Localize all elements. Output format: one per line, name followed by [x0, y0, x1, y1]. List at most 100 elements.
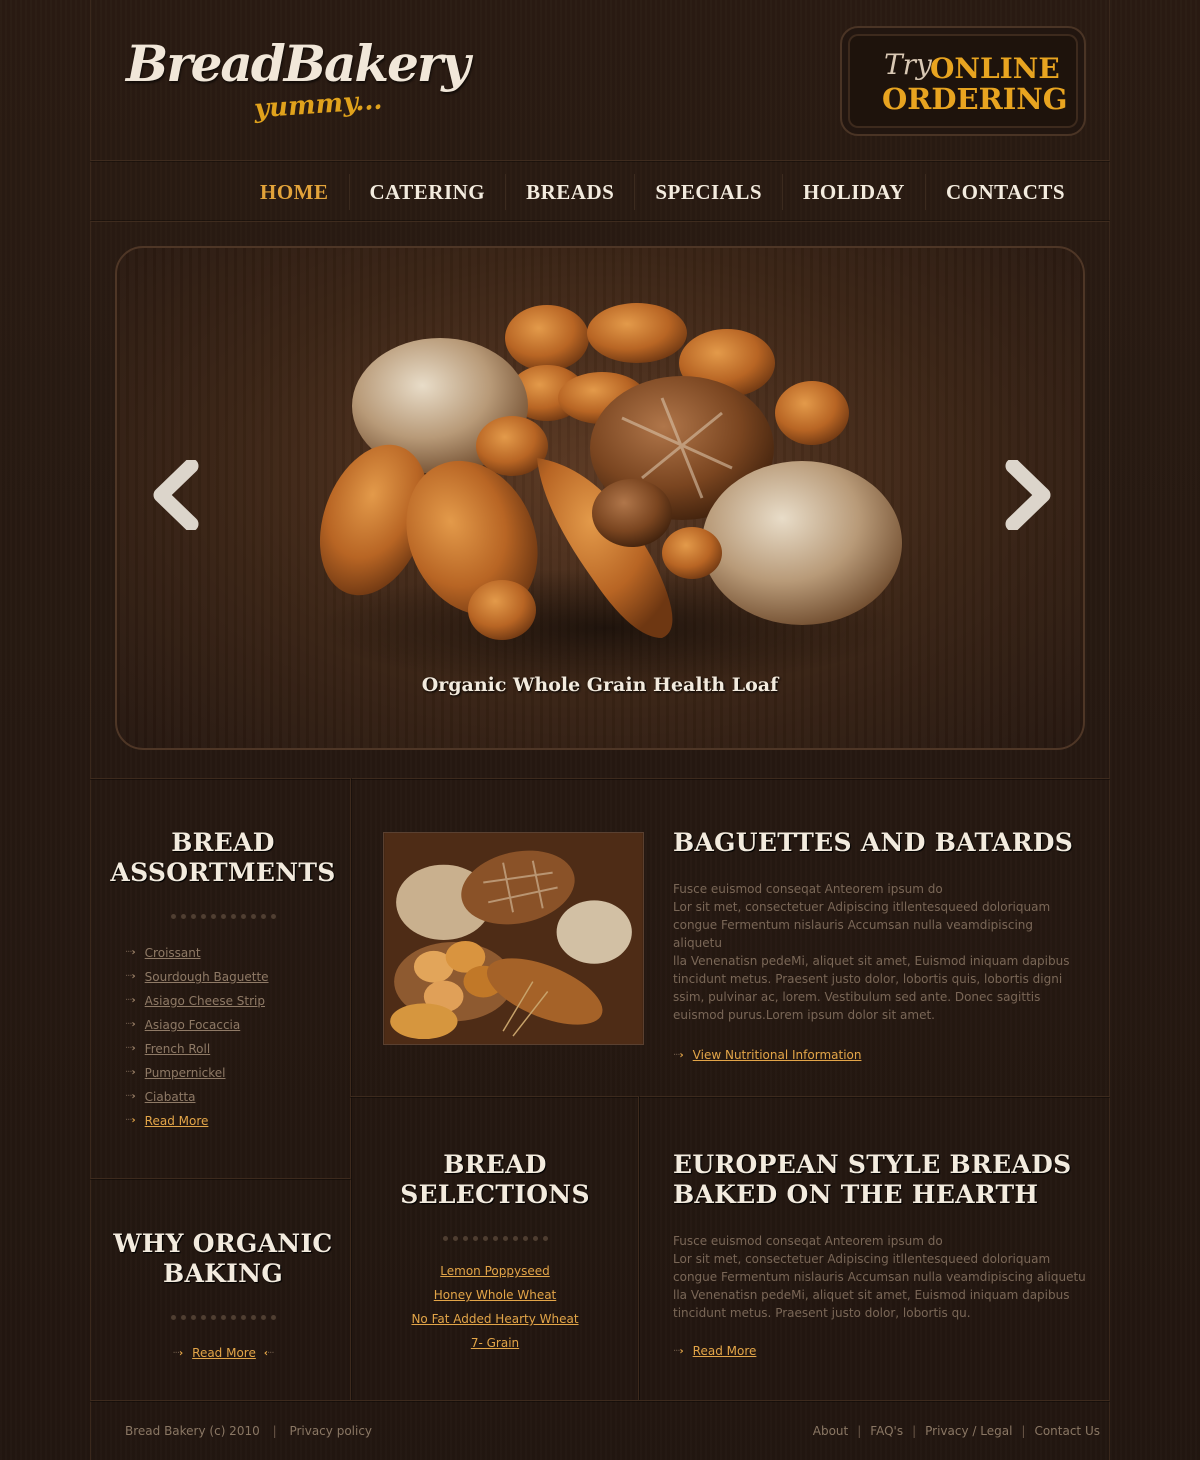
- bread-pile-image: [317, 303, 902, 688]
- hero-slider: Organic Whole Grain Health Loaf: [115, 246, 1085, 750]
- text-line: ssim, pulvinar ac, lorem. Vestibulum sed…: [673, 990, 1041, 1004]
- selections-list: Lemon Poppyseed Honey Whole Wheat No Fat…: [355, 1259, 635, 1355]
- arrow-bullet-icon: ···›: [125, 1019, 136, 1030]
- text-line: lla Venenatisn pedeMi, aliquet sit amet,…: [673, 1288, 1070, 1302]
- footer-links: About | FAQ's | Privacy / Legal | Contac…: [812, 1424, 1100, 1438]
- text-line: Fusce euismod conseqat Anteorem ipsum do: [673, 882, 943, 896]
- selection-link[interactable]: Honey Whole Wheat: [434, 1288, 557, 1302]
- list-item: ···› Read More: [125, 1109, 269, 1133]
- privacy-policy-link[interactable]: Privacy policy: [289, 1424, 372, 1438]
- divider: [350, 1096, 1110, 1097]
- text-line: euismod purus.Lorem ipsum dolor sit amet…: [673, 1008, 935, 1022]
- chevron-left-icon[interactable]: [153, 460, 199, 530]
- assortment-link[interactable]: Pumpernickel: [145, 1061, 226, 1085]
- text-line: Fusce euismod conseqat Anteorem ipsum do: [673, 1234, 943, 1248]
- arrow-bullet-icon: ···›: [125, 1067, 136, 1078]
- nav-holiday[interactable]: HOLIDAY: [783, 174, 926, 210]
- assortment-link[interactable]: French Roll: [145, 1037, 211, 1061]
- organic-read-more-row: ···› Read More ‹···: [98, 1346, 348, 1360]
- arrow-bullet-icon: ···›: [125, 971, 136, 982]
- european-title-line2: BAKED ON THE HEARTH: [673, 1180, 1039, 1209]
- assortments-title: BREAD ASSORTMENTS: [98, 828, 348, 888]
- arrow-bullet-icon: ‹···: [263, 1347, 275, 1359]
- organic-section: WHY ORGANIC BAKING ···› Read More ‹···: [98, 1229, 348, 1360]
- assortment-link[interactable]: Sourdough Baguette: [145, 965, 269, 989]
- assortment-link[interactable]: Croissant: [145, 941, 201, 965]
- view-nutrition-link[interactable]: View Nutritional Information: [693, 1048, 862, 1062]
- european-title-line1: EUROPEAN STYLE BREADS: [673, 1150, 1072, 1179]
- slide-caption: Organic Whole Grain Health Loaf: [421, 674, 779, 696]
- footer-left: Bread Bakery (c) 2010 | Privacy policy: [125, 1424, 373, 1438]
- online-ordering-button[interactable]: Try ONLINE ORDERING: [840, 26, 1086, 136]
- dots-divider: [98, 914, 348, 919]
- selection-link[interactable]: Lemon Poppyseed: [440, 1264, 549, 1278]
- text-line: lla Venenatisn pedeMi, aliquet sit amet,…: [673, 954, 1070, 968]
- organic-title-line1: WHY ORGANIC: [113, 1229, 333, 1258]
- text-line: congue Fermentum nislauris Accumsan null…: [673, 918, 1034, 950]
- nav-home[interactable]: HOME: [240, 174, 350, 210]
- assortment-link[interactable]: Asiago Cheese Strip: [145, 989, 265, 1013]
- arrow-bullet-icon: ···›: [172, 1347, 183, 1359]
- divider: [638, 1096, 639, 1400]
- order-line2: ORDERING: [882, 82, 1068, 116]
- list-item: ···› Sourdough Baguette: [125, 965, 269, 989]
- list-item: ···› Asiago Cheese Strip: [125, 989, 269, 1013]
- list-item: ···› Croissant: [125, 941, 269, 965]
- arrow-bullet-icon: ···›: [673, 1049, 684, 1061]
- nav-contacts[interactable]: CONTACTS: [926, 174, 1085, 210]
- selections-title: BREAD SELECTIONS: [355, 1150, 635, 1210]
- read-more-link[interactable]: Read More: [192, 1346, 256, 1360]
- assortments-section: BREAD ASSORTMENTS: [98, 828, 348, 919]
- organic-title-line2: BAKING: [163, 1259, 283, 1288]
- text-line: Lor sit met, consectetuer Adipiscing itl…: [673, 1252, 1051, 1266]
- selection-link[interactable]: 7- Grain: [471, 1336, 519, 1350]
- read-more-link[interactable]: Read More: [693, 1344, 757, 1358]
- chevron-right-icon[interactable]: [1005, 460, 1051, 530]
- assortments-title-line2: ASSORTMENTS: [110, 858, 336, 887]
- divider: [90, 1178, 351, 1179]
- european-section: EUROPEAN STYLE BREADS BAKED ON THE HEART…: [673, 1150, 1093, 1358]
- text-line: tincidunt metus. Praesent justo dolor, l…: [673, 972, 1063, 986]
- nav-specials[interactable]: SPECIALS: [635, 174, 784, 210]
- arrow-bullet-icon: ···›: [125, 1115, 136, 1126]
- selection-link[interactable]: No Fat Added Hearty Wheat: [411, 1312, 578, 1326]
- selections-title-line2: SELECTIONS: [400, 1180, 590, 1209]
- nutrition-link-row: ···› View Nutritional Information: [673, 1048, 1083, 1062]
- baguettes-title: BAGUETTES AND BATARDS: [673, 828, 1074, 857]
- list-item: ···› Asiago Focaccia: [125, 1013, 269, 1037]
- order-try-text: Try: [884, 48, 932, 81]
- arrow-bullet-icon: ···›: [125, 1043, 136, 1054]
- european-read-more-row: ···› Read More: [673, 1344, 1093, 1358]
- list-item: ···› Pumpernickel: [125, 1061, 269, 1085]
- dots-divider: [355, 1236, 635, 1241]
- arrow-bullet-icon: ···›: [125, 947, 136, 958]
- list-item: ···› French Roll: [125, 1037, 269, 1061]
- baguettes-image: [383, 832, 644, 1045]
- text-line: tincidunt metus. Praesent justo dolor, l…: [673, 1306, 971, 1320]
- text-line: Lor sit met, consectetuer Adipiscing itl…: [673, 900, 1051, 914]
- nav-breads[interactable]: BREADS: [506, 174, 636, 210]
- european-text: Fusce euismod conseqat Anteorem ipsum do…: [673, 1232, 1093, 1322]
- assortments-title-line1: BREAD: [171, 828, 275, 857]
- european-title: EUROPEAN STYLE BREADS BAKED ON THE HEART…: [673, 1150, 1093, 1210]
- selections-title-line1: BREAD: [443, 1150, 547, 1179]
- read-more-link[interactable]: Read More: [145, 1109, 209, 1133]
- logo[interactable]: BreadBakery yummy...: [126, 34, 470, 134]
- footer-link-contact[interactable]: Contact Us: [1034, 1424, 1100, 1438]
- footer-link-about[interactable]: About: [813, 1424, 848, 1438]
- arrow-bullet-icon: ···›: [673, 1345, 684, 1357]
- divider: [350, 778, 351, 1400]
- logo-main-text: BreadBakery: [126, 34, 470, 93]
- organic-title: WHY ORGANIC BAKING: [98, 1229, 348, 1289]
- assortment-link[interactable]: Asiago Focaccia: [145, 1013, 241, 1037]
- footer-link-privacy-legal[interactable]: Privacy / Legal: [925, 1424, 1012, 1438]
- assortments-list: ···› Croissant ···› Sourdough Baguette ···…: [125, 941, 269, 1133]
- footer-link-faq[interactable]: FAQ's: [870, 1424, 903, 1438]
- nav-catering[interactable]: CATERING: [350, 174, 507, 210]
- dots-divider: [98, 1315, 348, 1320]
- arrow-bullet-icon: ···›: [125, 995, 136, 1006]
- assortment-link[interactable]: Ciabatta: [145, 1085, 196, 1109]
- text-line: congue Fermentum nislauris Accumsan null…: [673, 1270, 1086, 1284]
- arrow-bullet-icon: ···›: [125, 1091, 136, 1102]
- copyright-text: Bread Bakery (c) 2010: [125, 1424, 260, 1438]
